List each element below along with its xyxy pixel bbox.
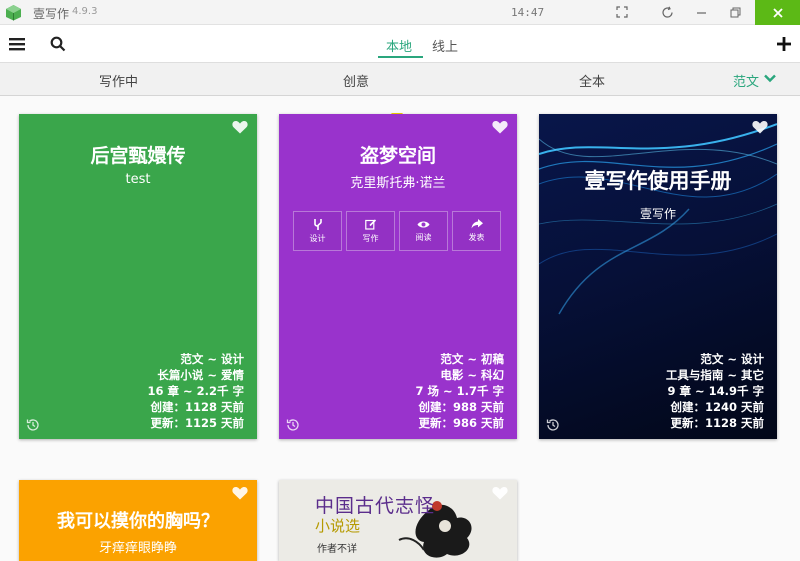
book-author: 牙痒痒眼睁睁	[98, 541, 177, 556]
book-card[interactable]: 中国古代志怪 小说选 作者不详	[279, 480, 517, 561]
minimize-button[interactable]	[690, 2, 712, 22]
restore-button[interactable]	[724, 2, 746, 22]
history-icon[interactable]	[546, 418, 560, 432]
refresh-button[interactable]	[656, 2, 678, 22]
history-icon[interactable]	[26, 418, 40, 432]
book-meta: 范文 ~ 设计 工具与指南 ~ 其它 9 章 ~ 14.9千 字 创建：1240…	[666, 351, 764, 431]
eye-icon	[417, 221, 430, 227]
book-created: 创建：1128 天前	[150, 400, 244, 414]
history-icon[interactable]	[286, 418, 300, 432]
menu-icon[interactable]	[8, 35, 26, 53]
cover-title: 中国古代志怪	[315, 495, 436, 517]
subtab-writing[interactable]: 写作中	[99, 71, 138, 90]
book-genre: 电影 ~ 科幻	[440, 368, 504, 382]
heart-icon[interactable]	[232, 486, 248, 500]
fullscreen-button[interactable]	[611, 2, 633, 22]
heart-icon[interactable]	[232, 120, 248, 134]
app-logo-icon	[5, 4, 22, 21]
share-icon	[471, 219, 483, 229]
subtab-complete[interactable]: 全本	[579, 71, 605, 90]
book-length: 7 场 ~ 1.7千 字	[415, 384, 504, 398]
book-title: 壹写作使用手册	[584, 169, 732, 193]
book-genre: 工具与指南 ~ 其它	[665, 368, 764, 382]
read-button[interactable]: 阅读	[399, 211, 448, 251]
design-label: 设计	[309, 233, 326, 243]
book-length: 16 章 ~ 2.2千 字	[147, 384, 244, 398]
heart-icon[interactable]	[492, 486, 508, 500]
chevron-down-icon[interactable]	[764, 74, 776, 83]
book-created: 创建：988 天前	[418, 400, 504, 414]
publish-button[interactable]: 发表	[452, 211, 501, 251]
book-actions: 设计 写作 阅读 发表	[293, 211, 501, 251]
design-button[interactable]: 设计	[293, 211, 342, 251]
book-author: 克里斯托弗·诺兰	[350, 176, 446, 191]
tab-online[interactable]: 线上	[432, 36, 458, 55]
fork-icon	[313, 218, 322, 230]
heart-icon[interactable]	[492, 120, 508, 134]
title-bar: 壹写作 4.9.3 14:47	[0, 0, 800, 25]
book-author: 壹写作	[639, 207, 676, 221]
book-category: 范文 ~ 设计	[180, 352, 244, 366]
book-updated: 更新：1128 天前	[670, 416, 764, 430]
write-label: 写作	[362, 233, 379, 243]
book-meta: 范文 ~ 设计 长篇小说 ~ 爱情 16 章 ~ 2.2千 字 创建：1128 …	[147, 351, 244, 431]
book-card[interactable]: 壹写作使用手册 壹写作 范文 ~ 设计 工具与指南 ~ 其它 9 章 ~ 14.…	[539, 114, 777, 439]
publish-label: 发表	[468, 233, 485, 242]
book-meta: 范文 ~ 初稿 电影 ~ 科幻 7 场 ~ 1.7千 字 创建：988 天前 更…	[415, 351, 504, 431]
add-icon[interactable]	[775, 35, 793, 53]
search-icon[interactable]	[49, 35, 67, 53]
book-length: 9 章 ~ 14.9千 字	[667, 384, 764, 398]
book-card[interactable]: 我可以摸你的胸吗？ 牙痒痒眼睁睁	[19, 480, 257, 561]
book-category: 范文 ~ 设计	[700, 352, 764, 366]
book-title: 后宫甄嬛传	[90, 145, 186, 167]
toolbar: 本地 线上	[0, 25, 800, 63]
subtab-ideas[interactable]: 创意	[343, 71, 369, 90]
book-updated: 更新：1125 天前	[150, 416, 244, 430]
heart-icon[interactable]	[752, 120, 768, 134]
book-updated: 更新：986 天前	[418, 416, 504, 430]
write-button[interactable]: 写作	[346, 211, 395, 251]
book-genre: 长篇小说 ~ 爱情	[157, 368, 244, 382]
cover-author: 作者不详	[317, 544, 357, 555]
book-author: test	[125, 172, 151, 187]
read-label: 阅读	[415, 232, 432, 242]
cover-subtitle: 小说选	[315, 517, 361, 535]
book-card[interactable]: 后宫甄嬛传 test 范文 ~ 设计 长篇小说 ~ 爱情 16 章 ~ 2.2千…	[19, 114, 257, 439]
book-card[interactable]: 盗梦空间 克里斯托弗·诺兰 设计 写作 阅读 发表 范文 ~ 初稿 电影 ~ 科…	[279, 114, 517, 439]
subtab-samples-dropdown[interactable]: 范文	[733, 71, 759, 90]
edit-icon	[364, 218, 376, 230]
tab-underline	[378, 56, 423, 58]
book-title: 盗梦空间	[359, 145, 436, 167]
clock: 14:47	[511, 6, 545, 19]
book-title: 我可以摸你的胸吗？	[57, 511, 219, 532]
close-button[interactable]	[755, 0, 800, 25]
book-created: 创建：1240 天前	[670, 400, 764, 414]
tab-local[interactable]: 本地	[386, 36, 412, 55]
book-category: 范文 ~ 初稿	[440, 352, 504, 366]
filter-tabs: 写作中 创意 全本 范文	[0, 63, 800, 96]
app-name: 壹写作	[33, 7, 70, 21]
app-version: 4.9.3	[72, 6, 98, 17]
